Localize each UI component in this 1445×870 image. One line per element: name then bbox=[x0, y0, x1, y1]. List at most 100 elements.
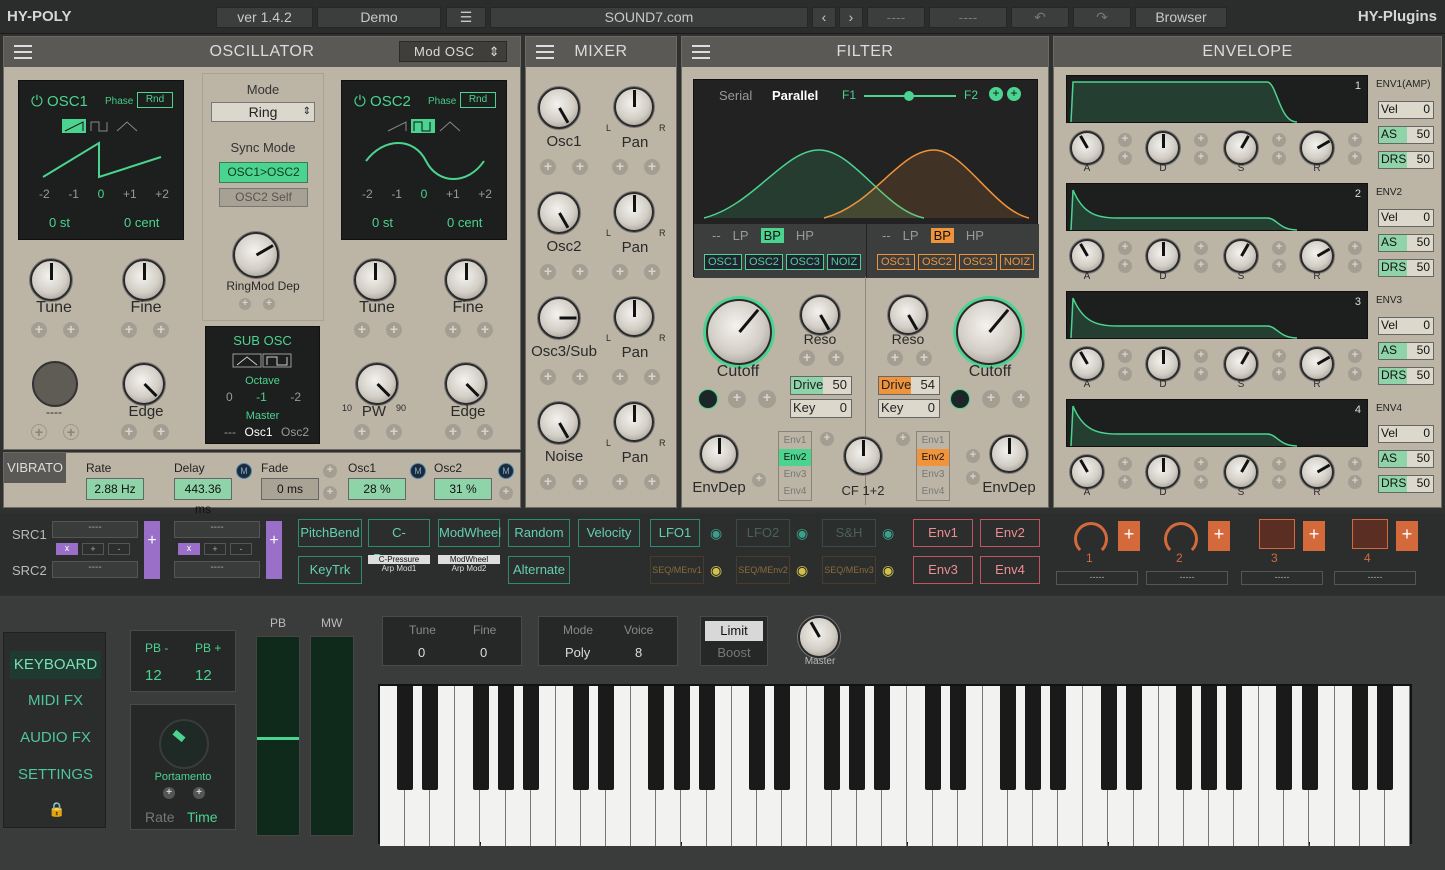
env-d-knob[interactable] bbox=[1146, 131, 1180, 165]
black-key[interactable] bbox=[849, 686, 866, 790]
mod-plus-button[interactable]: + bbox=[1118, 151, 1132, 165]
mod-plus-button[interactable]: + bbox=[263, 298, 275, 310]
mod-plus-button[interactable]: + bbox=[644, 264, 660, 280]
mod-plus-button[interactable]: + bbox=[1194, 367, 1208, 381]
filter2-env-select[interactable]: Env1 Env2 Env3 Env4 bbox=[916, 431, 950, 501]
modwheel[interactable] bbox=[310, 636, 354, 836]
limit-button[interactable]: Limit bbox=[705, 621, 763, 641]
env-r-knob[interactable] bbox=[1300, 131, 1334, 165]
eye-icon[interactable]: ◉ bbox=[710, 562, 722, 579]
mod-plus-button[interactable]: + bbox=[612, 159, 628, 175]
env-d-knob[interactable] bbox=[1146, 347, 1180, 381]
osc1-mode-button[interactable]: M bbox=[410, 463, 426, 479]
serial-button[interactable]: Serial bbox=[719, 88, 752, 103]
macro-add-button[interactable]: + bbox=[1118, 521, 1140, 551]
mod-plus-button[interactable]: + bbox=[612, 369, 628, 385]
black-key[interactable] bbox=[648, 686, 665, 790]
parallel-button[interactable]: Parallel bbox=[772, 88, 818, 103]
fine-value[interactable]: 0 bbox=[480, 645, 487, 660]
vibrato-fade-field[interactable]: 0 ms bbox=[261, 478, 319, 500]
black-key[interactable] bbox=[698, 686, 715, 790]
osc1-wave-select[interactable] bbox=[61, 118, 145, 134]
env-d-knob[interactable] bbox=[1146, 455, 1180, 489]
mod-plus-button[interactable]: + bbox=[1118, 475, 1132, 489]
src1-select[interactable]: ---- bbox=[174, 521, 260, 538]
mixer-level-knob[interactable] bbox=[538, 87, 580, 129]
mod-plus-button[interactable]: + bbox=[644, 474, 660, 490]
env-as-field[interactable]: AS 50 bbox=[1378, 342, 1434, 360]
env-drs-field[interactable]: DRS 50 bbox=[1378, 151, 1434, 169]
add-button[interactable]: + bbox=[82, 543, 104, 555]
filter1-key-field[interactable]: Key 0 bbox=[790, 399, 852, 418]
black-key[interactable] bbox=[748, 686, 765, 790]
nav-keyboard[interactable]: KEYBOARD bbox=[10, 651, 101, 679]
filter1-type-select[interactable]: -- LP BP HP bbox=[712, 228, 814, 243]
add-button[interactable]: + bbox=[204, 543, 226, 555]
mixer-pan-knob[interactable] bbox=[614, 297, 654, 337]
eye-icon[interactable]: ◉ bbox=[796, 562, 808, 579]
source-toggle[interactable]: OSC1 bbox=[704, 254, 742, 270]
mod-plus-button[interactable]: + bbox=[612, 264, 628, 280]
mod-plus-button[interactable]: + bbox=[193, 787, 205, 799]
mod-plus-button[interactable]: + bbox=[758, 390, 776, 408]
black-key[interactable] bbox=[1226, 686, 1243, 790]
mod-plus-button[interactable]: + bbox=[1272, 133, 1286, 147]
modwheel-source[interactable]: ModWheel bbox=[438, 519, 501, 547]
filter2-key-knob[interactable] bbox=[950, 389, 970, 409]
vibrato-delay-field[interactable]: 443.36 ms bbox=[174, 478, 232, 516]
env-drs-field[interactable]: DRS 50 bbox=[1378, 367, 1434, 385]
black-key[interactable] bbox=[1175, 686, 1192, 790]
mod-plus-button[interactable]: + bbox=[1272, 457, 1286, 471]
env3-source[interactable]: Env3 bbox=[913, 556, 973, 584]
env-vel-field[interactable]: Vel 0 bbox=[1378, 317, 1434, 335]
mod-plus-button[interactable]: + bbox=[445, 322, 461, 338]
mod-plus-button[interactable]: + bbox=[163, 787, 175, 799]
osc1-fine-knob[interactable] bbox=[123, 259, 165, 301]
black-key[interactable] bbox=[1201, 686, 1217, 790]
mod-plus-button[interactable]: + bbox=[1348, 457, 1362, 471]
mod-plus-button[interactable]: + bbox=[354, 424, 370, 440]
mod-plus-button[interactable]: + bbox=[1194, 349, 1208, 363]
black-key[interactable] bbox=[598, 686, 615, 790]
mod-plus-button[interactable]: + bbox=[499, 486, 513, 500]
env-as-field[interactable]: AS 50 bbox=[1378, 234, 1434, 252]
mixer-level-knob[interactable] bbox=[538, 402, 580, 444]
env-a-knob[interactable] bbox=[1070, 131, 1104, 165]
mod-plus-button[interactable]: + bbox=[1348, 475, 1362, 489]
osc1-tune-knob[interactable] bbox=[30, 259, 72, 301]
preset-bank-button[interactable]: Demo bbox=[317, 7, 441, 28]
env-graph[interactable]: 4 bbox=[1066, 399, 1368, 447]
filter1-env-select[interactable]: Env1 Env2 Env3 Env4 bbox=[778, 431, 812, 501]
mod-plus-button[interactable]: + bbox=[728, 390, 746, 408]
mod-plus-button[interactable]: + bbox=[572, 474, 588, 490]
mod-plus-button[interactable]: + bbox=[820, 432, 834, 446]
slot-a-button[interactable]: ---- bbox=[867, 7, 925, 28]
empty-knob[interactable] bbox=[32, 361, 78, 407]
add-icon[interactable]: + bbox=[989, 87, 1003, 101]
mod-plus-button[interactable]: + bbox=[644, 369, 660, 385]
mod-plus-button[interactable]: + bbox=[1272, 259, 1286, 273]
nav-midi-fx[interactable]: MIDI FX bbox=[10, 687, 101, 715]
source-toggle[interactable]: OSC2 bbox=[917, 254, 956, 270]
undo-button[interactable]: ↶ bbox=[1011, 7, 1069, 28]
osc2-wave-select[interactable] bbox=[384, 118, 468, 134]
lock-icon[interactable]: 🔒 bbox=[48, 801, 65, 818]
env-s-knob[interactable] bbox=[1224, 455, 1258, 489]
macro-add-button[interactable]: + bbox=[1396, 521, 1418, 551]
mod-plus-button[interactable]: + bbox=[153, 322, 169, 338]
mod-plus-button[interactable]: + bbox=[1348, 241, 1362, 255]
mod-plus-button[interactable]: + bbox=[1194, 241, 1208, 255]
source-toggle[interactable]: OSC2 bbox=[744, 254, 783, 270]
source-toggle[interactable]: OSC1 bbox=[877, 254, 915, 270]
mod-plus-button[interactable]: + bbox=[1194, 133, 1208, 147]
osc1-edge-knob[interactable] bbox=[123, 363, 165, 405]
black-key[interactable] bbox=[522, 686, 539, 790]
nav-audio-fx[interactable]: AUDIO FX bbox=[10, 724, 101, 752]
osc1-title[interactable]: ⏻ OSC1 bbox=[31, 93, 88, 110]
mod-plus-button[interactable]: + bbox=[1272, 475, 1286, 489]
env-r-knob[interactable] bbox=[1300, 347, 1334, 381]
env-graph[interactable]: 2 bbox=[1066, 183, 1368, 231]
mod-plus-button[interactable]: + bbox=[445, 424, 461, 440]
mod-plus-button[interactable]: + bbox=[1348, 349, 1362, 363]
env4-source[interactable]: Env4 bbox=[980, 556, 1040, 584]
